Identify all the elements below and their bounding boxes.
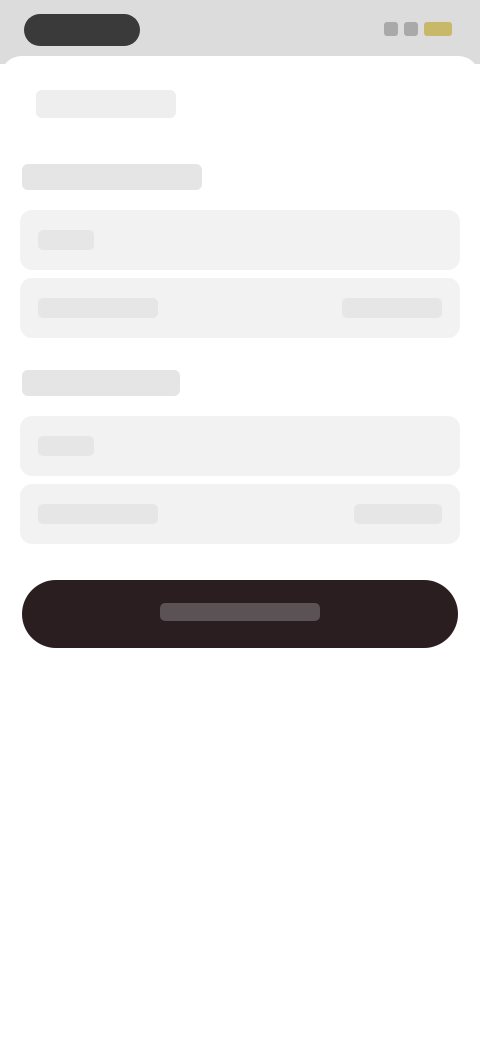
field-first-name[interactable] xyxy=(20,210,460,270)
section-title-second xyxy=(22,370,180,396)
status-bar xyxy=(0,0,480,64)
app-screen xyxy=(0,0,480,1040)
section-title-first xyxy=(22,164,202,190)
field-value xyxy=(354,504,442,524)
field-second-detail[interactable] xyxy=(20,484,460,544)
battery-icon xyxy=(424,22,452,36)
field-label xyxy=(38,504,158,524)
signal-icon xyxy=(384,22,398,36)
status-icons xyxy=(384,22,452,36)
field-second-name[interactable] xyxy=(20,416,460,476)
field-first-detail[interactable] xyxy=(20,278,460,338)
top-row-label[interactable] xyxy=(36,90,176,118)
wifi-icon xyxy=(404,22,418,36)
form-sheet xyxy=(0,56,480,1040)
field-label xyxy=(38,298,158,318)
primary-action-button[interactable] xyxy=(22,580,458,648)
field-label xyxy=(38,436,94,456)
status-time-pill xyxy=(24,14,140,46)
field-label xyxy=(38,230,94,250)
field-value xyxy=(342,298,442,318)
primary-button-label xyxy=(160,602,320,621)
